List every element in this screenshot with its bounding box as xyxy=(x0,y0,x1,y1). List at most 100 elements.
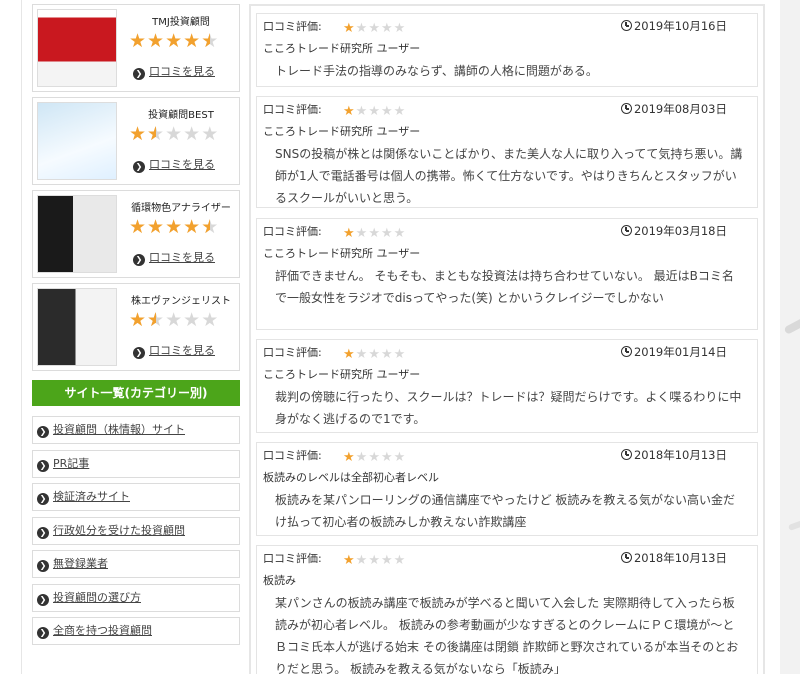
rating-label: 口コミ評価: xyxy=(263,449,322,462)
star-icon: ★ xyxy=(343,104,355,119)
star-icon: ★ xyxy=(129,216,147,238)
star-icon: ★ xyxy=(129,309,147,331)
star-icon: ★ xyxy=(343,450,355,465)
review-date-text: 2019年03月18日 xyxy=(633,224,727,238)
rating-label: 口コミ評価: xyxy=(263,225,322,238)
star-icon: ★ xyxy=(129,123,147,145)
star-empty-icon: ★ xyxy=(380,21,393,36)
star-empty-icon: ★ xyxy=(165,123,183,145)
chevron-right-icon: ❯ xyxy=(37,627,49,639)
review-text: 板読みを某パンローリングの通信講座でやったけど 板読みを教える気がない高い金だけ… xyxy=(275,493,736,529)
star-empty-icon: ★ xyxy=(368,347,380,362)
review-card: 口コミ評価: ★★★★★ 2018年10月13日 板読み 某パンさんの板読み講座… xyxy=(256,545,758,674)
review-text: 某パンさんの板読み講座で板読みが学べると聞いて入会した 実際期待して入ったら板読… xyxy=(275,596,739,674)
star-empty-icon: ★ xyxy=(355,226,368,241)
star-empty-icon: ★ xyxy=(393,450,406,465)
star-rating: ★★★★★ xyxy=(343,446,406,465)
category-label: 全商を持つ投資顧問 xyxy=(53,624,152,637)
star-empty-icon: ★ xyxy=(393,104,406,119)
star-icon: ★ xyxy=(183,30,201,52)
review-date-text: 2019年10月16日 xyxy=(633,19,727,33)
clock-icon xyxy=(620,552,632,563)
chevron-right-icon: ❯ xyxy=(133,161,145,173)
chevron-right-icon: ❯ xyxy=(37,460,49,472)
category-link[interactable]: ❯ PR記事 xyxy=(32,450,240,478)
category-label: 行政処分を受けた投資顧問 xyxy=(53,524,185,537)
chevron-right-icon: ❯ xyxy=(37,493,49,505)
category-label: 投資顧問の選び方 xyxy=(53,591,141,604)
review-user: 板読み xyxy=(263,574,296,587)
star-empty-icon: ★ xyxy=(380,450,393,465)
rating-label: 口コミ評価: xyxy=(263,552,322,565)
view-reviews-link[interactable]: ❯ 口コミを見る xyxy=(133,249,215,266)
clock-icon xyxy=(620,20,632,31)
ranking-card: 株エヴァンジェリスト ★★★★★ ❯口コミを見る xyxy=(32,283,240,371)
star-icon: ★ xyxy=(129,30,147,52)
star-rating: ★★★★★ xyxy=(343,222,406,241)
chevron-right-icon: ❯ xyxy=(133,254,145,266)
rating-label: 口コミ評価: xyxy=(263,103,322,116)
site-name: 循環物色アナライザー xyxy=(131,203,231,214)
review-user: こころトレード研究所 ユーザー xyxy=(263,247,421,260)
star-rating: ★★★★★ xyxy=(129,310,219,330)
category-link[interactable]: ❯ 無登録業者 xyxy=(32,550,240,578)
review-text: SNSの投稿が株とは関係ないことばかり、また美人な人に取り入ってて気持ち悪い。講… xyxy=(275,147,743,205)
view-reviews-link[interactable]: ❯ 口コミを見る xyxy=(133,63,215,80)
star-empty-icon: ★ xyxy=(368,21,380,36)
star-empty-icon: ★ xyxy=(355,450,368,465)
star-half-icon: ★ xyxy=(147,310,164,330)
site-thumbnail[interactable] xyxy=(37,288,117,366)
review-date: 2018年10月13日 xyxy=(620,550,727,566)
review-date-text: 2019年01月14日 xyxy=(633,345,727,359)
review-card: 口コミ評価: ★★★★★ 2019年03月18日 こころトレード研究所 ユーザー… xyxy=(256,218,758,330)
category-link[interactable]: ❯ 全商を持つ投資顧問 xyxy=(32,617,240,645)
review-card: 口コミ評価: ★★★★★ 2019年10月16日 こころトレード研究所 ユーザー… xyxy=(256,13,758,87)
review-date: 2018年10月13日 xyxy=(620,447,727,463)
star-half-icon: ★ xyxy=(147,124,164,144)
star-empty-icon: ★ xyxy=(380,347,393,362)
category-list-heading: サイト一覧(カテゴリー別) xyxy=(32,380,240,406)
review-user: こころトレード研究所 ユーザー xyxy=(263,42,421,55)
chevron-right-icon: ❯ xyxy=(133,347,145,359)
category-link[interactable]: ❯ 行政処分を受けた投資顧問 xyxy=(32,517,240,545)
review-card: 口コミ評価: ★★★★★ 2019年08月03日 こころトレード研究所 ユーザー… xyxy=(256,96,758,208)
site-name: 株エヴァンジェリスト xyxy=(131,296,231,307)
star-empty-icon: ★ xyxy=(368,553,380,568)
star-empty-icon: ★ xyxy=(368,450,380,465)
star-icon: ★ xyxy=(165,30,183,52)
site-thumbnail[interactable] xyxy=(37,195,117,273)
star-empty-icon: ★ xyxy=(183,123,201,145)
star-empty-icon: ★ xyxy=(393,21,406,36)
review-date: 2019年10月16日 xyxy=(620,18,727,34)
category-label: 無登録業者 xyxy=(53,557,108,570)
view-reviews-link[interactable]: ❯ 口コミを見る xyxy=(133,156,215,173)
review-date-text: 2018年10月13日 xyxy=(633,448,727,462)
star-rating: ★★★★★ xyxy=(343,549,406,568)
star-empty-icon: ★ xyxy=(380,553,393,568)
star-rating: ★★★★★ xyxy=(129,31,219,51)
star-icon: ★ xyxy=(343,226,355,241)
star-empty-icon: ★ xyxy=(393,347,406,362)
chevron-right-icon: ❯ xyxy=(37,594,49,606)
category-link[interactable]: ❯ 投資顧問（株情報）サイト xyxy=(32,416,240,444)
star-icon: ★ xyxy=(343,553,355,568)
site-thumbnail[interactable] xyxy=(37,9,117,87)
review-date-text: 2019年08月03日 xyxy=(633,102,727,116)
category-label: 投資顧問（株情報）サイト xyxy=(53,423,185,436)
star-empty-icon: ★ xyxy=(201,309,219,331)
category-link[interactable]: ❯ 検証済みサイト xyxy=(32,483,240,511)
review-date: 2019年01月14日 xyxy=(620,344,727,360)
star-empty-icon: ★ xyxy=(165,309,183,331)
star-rating: ★★★★★ xyxy=(343,343,406,362)
star-icon: ★ xyxy=(147,216,165,238)
clock-icon xyxy=(620,103,632,114)
review-text: 評価できません。 そもそも、まともな投資法は持ち合わせていない。 最近はBコミ名… xyxy=(275,269,734,305)
star-empty-icon: ★ xyxy=(380,226,393,241)
view-reviews-link[interactable]: ❯ 口コミを見る xyxy=(133,342,215,359)
review-text: 裁判の傍聴に行ったり、スクールは？トレードは？疑問だらけです。よく喋るわりに中身… xyxy=(275,390,742,426)
site-thumbnail[interactable] xyxy=(37,102,117,180)
view-reviews-label: 口コミを見る xyxy=(149,251,215,264)
category-link[interactable]: ❯ 投資顧問の選び方 xyxy=(32,584,240,612)
star-empty-icon: ★ xyxy=(201,123,219,145)
review-card: 口コミ評価: ★★★★★ 2019年01月14日 こころトレード研究所 ユーザー… xyxy=(256,339,758,433)
